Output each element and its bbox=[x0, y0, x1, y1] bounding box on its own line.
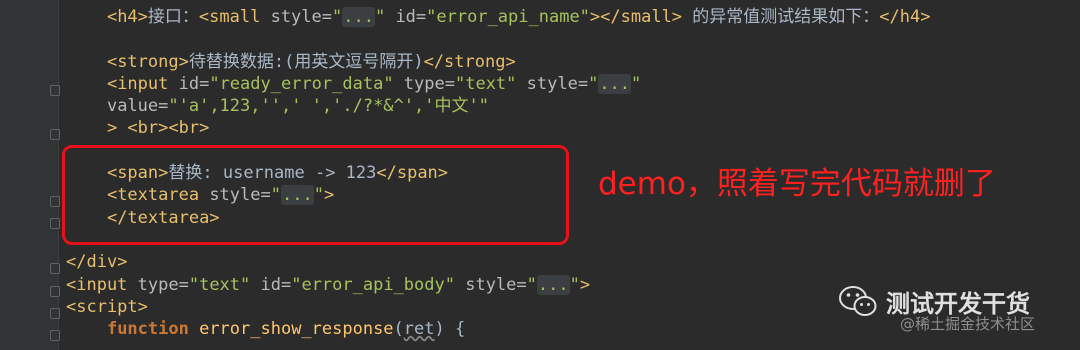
fold-marker[interactable] bbox=[50, 196, 60, 207]
folded-placeholder[interactable]: ... bbox=[342, 7, 375, 27]
code-token: " bbox=[374, 7, 386, 27]
fold-marker[interactable] bbox=[50, 286, 60, 297]
code-token: </strong> bbox=[423, 51, 516, 72]
code-token: <small bbox=[198, 7, 271, 27]
code-token: type= bbox=[137, 274, 189, 295]
code-token: " bbox=[331, 7, 343, 27]
code-line[interactable]: value="'a',123,'',' ','./?*&^','中文'" bbox=[66, 95, 930, 117]
code-token: "error_api_name" bbox=[426, 7, 590, 27]
code-token: ></small> bbox=[589, 7, 683, 27]
code-token: " bbox=[569, 274, 580, 295]
fold-marker[interactable] bbox=[50, 129, 60, 140]
folded-placeholder[interactable]: ... bbox=[536, 274, 570, 295]
code-token: id= bbox=[178, 73, 210, 94]
fold-marker[interactable] bbox=[50, 218, 60, 229]
fold-marker[interactable] bbox=[50, 263, 60, 274]
code-token: <input bbox=[106, 73, 179, 94]
code-token: <script> bbox=[66, 296, 148, 317]
folded-placeholder[interactable]: ... bbox=[598, 73, 632, 94]
watermark-subtitle: @稀土掘金技术社区 bbox=[900, 315, 1036, 333]
code-token: style= bbox=[516, 73, 589, 94]
code-token: "ready_error_data" bbox=[209, 73, 394, 94]
code-token: id= bbox=[250, 274, 292, 295]
code-token: error_show_response bbox=[199, 319, 394, 340]
code-token: ) { bbox=[434, 319, 466, 340]
code-token: "text" bbox=[454, 73, 517, 94]
code-line[interactable]: <h4>接口：<small style="..." id="error_api_… bbox=[66, 6, 930, 28]
code-token: " bbox=[588, 73, 599, 94]
code-token: </h4> bbox=[879, 7, 931, 27]
annotation-text: demo，照着写完代码就删了 bbox=[598, 166, 996, 202]
code-line[interactable]: function error_show_response(ret) { bbox=[66, 318, 930, 340]
code-token: <input bbox=[66, 274, 138, 295]
code-token: <h4> bbox=[106, 7, 148, 27]
code-line[interactable]: <input id="ready_error_data" type="text"… bbox=[66, 73, 930, 95]
code-token: > <br><br> bbox=[106, 118, 210, 139]
code-token: " bbox=[526, 274, 537, 295]
code-token: "error_api_body" bbox=[291, 274, 455, 295]
code-token: <strong> bbox=[106, 51, 189, 72]
fold-marker[interactable] bbox=[50, 330, 60, 341]
code-line[interactable]: </div> bbox=[66, 251, 930, 273]
code-line[interactable]: <script> bbox=[66, 296, 930, 318]
highlight-box bbox=[62, 145, 569, 245]
code-line[interactable] bbox=[66, 28, 930, 50]
code-token: > bbox=[579, 274, 591, 295]
code-token: ret bbox=[403, 319, 435, 340]
code-token: "'a',123,'',' ','./?*&^','中文'" bbox=[168, 96, 489, 117]
code-token: 接口： bbox=[147, 7, 199, 27]
wechat-icon bbox=[839, 285, 877, 316]
code-token: style= bbox=[270, 7, 332, 27]
code-token: id= bbox=[385, 7, 427, 27]
code-token: ( bbox=[393, 319, 404, 340]
code-token: value= bbox=[106, 96, 169, 117]
fold-marker[interactable] bbox=[50, 85, 60, 96]
code-line[interactable]: <input type="text" id="error_api_body" s… bbox=[66, 274, 930, 296]
code-token: type= bbox=[393, 73, 455, 94]
code-token: style= bbox=[454, 274, 527, 295]
fold-marker[interactable] bbox=[50, 308, 60, 319]
code-token: function bbox=[106, 319, 200, 340]
code-line[interactable]: > <br><br> bbox=[66, 117, 930, 139]
code-line[interactable]: <strong>待替换数据:(用英文逗号隔开)</strong> bbox=[66, 51, 930, 73]
code-token: 待替换数据:(用英文逗号隔开) bbox=[188, 51, 424, 72]
code-token: 的异常值测试结果如下： bbox=[682, 7, 880, 27]
code-token: "text" bbox=[188, 274, 251, 295]
code-token: " bbox=[631, 73, 642, 94]
code-token: </div> bbox=[66, 252, 128, 273]
editor-gutter bbox=[0, 0, 60, 350]
